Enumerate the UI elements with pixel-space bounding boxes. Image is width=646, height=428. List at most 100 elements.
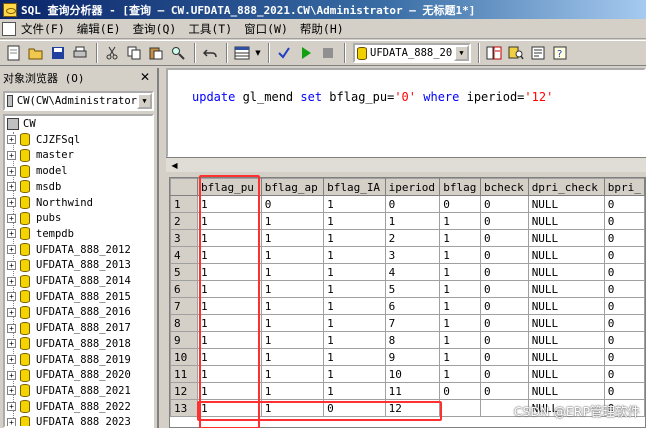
table-cell[interactable]: 1 [439, 280, 481, 298]
close-icon[interactable]: ✕ [138, 70, 152, 84]
table-cell[interactable]: 0 [603, 263, 645, 281]
table-cell[interactable]: 1 [260, 382, 325, 400]
chevron-down-icon[interactable]: ▼ [137, 93, 152, 109]
find-button[interactable] [168, 43, 188, 63]
table-cell[interactable]: 0 [479, 382, 529, 400]
database-select[interactable]: UFDATA_888_20 ▼ [353, 43, 471, 63]
tree-item-database[interactable]: + Northwind [7, 195, 93, 211]
table-cell[interactable]: 1 [260, 314, 325, 332]
table-cell[interactable]: NULL [527, 195, 605, 213]
undo-button[interactable] [200, 43, 220, 63]
table-cell[interactable]: NULL [527, 365, 605, 383]
row-number[interactable]: 12 [170, 382, 198, 400]
table-cell[interactable]: 0 [323, 399, 386, 417]
table-cell[interactable]: 0 [479, 314, 529, 332]
row-number[interactable]: 9 [170, 331, 198, 349]
grid-results-dropdown[interactable]: ▼ [254, 43, 262, 63]
table-cell[interactable]: 0 [439, 195, 481, 213]
expand-icon[interactable]: + [7, 245, 16, 255]
object-search-button[interactable] [506, 43, 526, 63]
object-browser-button[interactable] [484, 43, 504, 63]
menu-tools[interactable]: 工具(T) [186, 20, 234, 38]
expand-icon[interactable]: + [7, 198, 16, 207]
tree-item-database[interactable]: + UFDATA_888_2017 [7, 320, 131, 336]
table-cell[interactable]: 1 [384, 212, 441, 230]
column-header[interactable]: bcheck [479, 178, 529, 196]
table-cell[interactable]: 1 [260, 212, 325, 230]
row-number[interactable]: 3 [170, 229, 198, 247]
menu-help[interactable]: 帮助(H) [298, 20, 346, 38]
table-cell[interactable]: 1 [260, 399, 325, 417]
expand-icon[interactable]: + [7, 150, 16, 160]
print-button[interactable] [70, 43, 90, 63]
table-cell[interactable]: 11 [384, 382, 441, 400]
table-cell[interactable]: 1 [323, 314, 386, 332]
table-cell[interactable]: NULL [527, 348, 605, 366]
table-cell[interactable]: 0 [479, 212, 529, 230]
tree-item-database[interactable]: + tempdb [7, 226, 74, 242]
pane-splitter[interactable] [166, 172, 646, 176]
row-number[interactable]: 13 [170, 399, 198, 417]
table-cell[interactable]: 1 [196, 280, 262, 298]
table-cell[interactable]: 1 [439, 229, 481, 247]
table-cell[interactable]: 0 [603, 212, 645, 230]
row-number[interactable]: 8 [170, 314, 198, 332]
table-cell[interactable]: 0 [384, 195, 441, 213]
document-icon[interactable] [2, 21, 16, 36]
table-cell[interactable]: 0 [603, 365, 645, 383]
table-cell[interactable]: NULL [527, 331, 605, 349]
table-cell[interactable]: 1 [196, 297, 262, 315]
table-cell[interactable]: 1 [196, 314, 262, 332]
table-cell[interactable]: 1 [196, 348, 262, 366]
expand-icon[interactable]: + [7, 386, 16, 396]
table-cell[interactable]: 1 [439, 246, 481, 264]
expand-icon[interactable]: + [7, 402, 16, 412]
column-header[interactable]: bflag_IA [323, 178, 386, 196]
table-cell[interactable]: 0 [479, 246, 529, 264]
table-cell[interactable]: 1 [196, 331, 262, 349]
tree-item-database[interactable]: + UFDATA_888_2023 [7, 414, 131, 426]
table-cell[interactable]: 1 [323, 229, 386, 247]
table-cell[interactable]: NULL [527, 212, 605, 230]
results-grid[interactable]: bflag_pu bflag_ap bflag_IA iperiod bflag bche… [169, 177, 646, 428]
table-cell[interactable]: 1 [439, 263, 481, 281]
expand-icon[interactable]: + [7, 292, 16, 302]
table-cell[interactable]: 1 [260, 280, 325, 298]
expand-icon[interactable]: + [7, 229, 16, 239]
table-cell[interactable]: 5 [384, 280, 441, 298]
table-cell[interactable]: 0 [479, 195, 529, 213]
table-cell[interactable]: 1 [323, 280, 386, 298]
tree-item-database[interactable]: + UFDATA_888_2022 [7, 399, 131, 415]
table-cell[interactable]: 10 [384, 365, 441, 383]
tree-item-database[interactable]: + model [7, 163, 68, 179]
column-header[interactable]: dpri_check [527, 178, 605, 196]
table-cell[interactable]: 1 [323, 263, 386, 281]
table-cell[interactable]: 7 [384, 314, 441, 332]
parse-check-button[interactable] [274, 43, 294, 63]
paste-button[interactable] [146, 43, 166, 63]
table-cell[interactable]: NULL [527, 382, 605, 400]
execute-button[interactable] [296, 43, 316, 63]
table-cell[interactable]: NULL [527, 263, 605, 281]
expand-icon[interactable]: + [7, 166, 16, 176]
table-cell[interactable]: NULL [527, 229, 605, 247]
row-number[interactable]: 5 [170, 263, 198, 281]
expand-icon[interactable]: + [7, 370, 16, 380]
table-cell[interactable]: 0 [603, 280, 645, 298]
menu-file[interactable]: 文件(F) [19, 20, 67, 38]
table-cell[interactable]: 1 [323, 365, 386, 383]
table-cell[interactable]: 4 [384, 263, 441, 281]
grid-corner[interactable] [170, 178, 198, 196]
expand-icon[interactable]: + [7, 135, 16, 145]
table-cell[interactable]: 1 [439, 348, 481, 366]
table-cell[interactable]: 1 [323, 331, 386, 349]
tree-item-database[interactable]: + UFDATA_888_2021 [7, 383, 131, 399]
tree-item-database[interactable]: + UFDATA_888_2018 [7, 336, 131, 352]
help-button[interactable]: ? [550, 43, 570, 63]
column-header[interactable]: iperiod [384, 178, 441, 196]
menu-edit[interactable]: 编辑(E) [75, 20, 123, 38]
scroll-left-icon[interactable]: ◀ [168, 159, 181, 171]
expand-icon[interactable]: + [7, 323, 16, 333]
table-cell[interactable]: 0 [603, 229, 645, 247]
tree-item-database[interactable]: + UFDATA_888_2014 [7, 273, 131, 289]
